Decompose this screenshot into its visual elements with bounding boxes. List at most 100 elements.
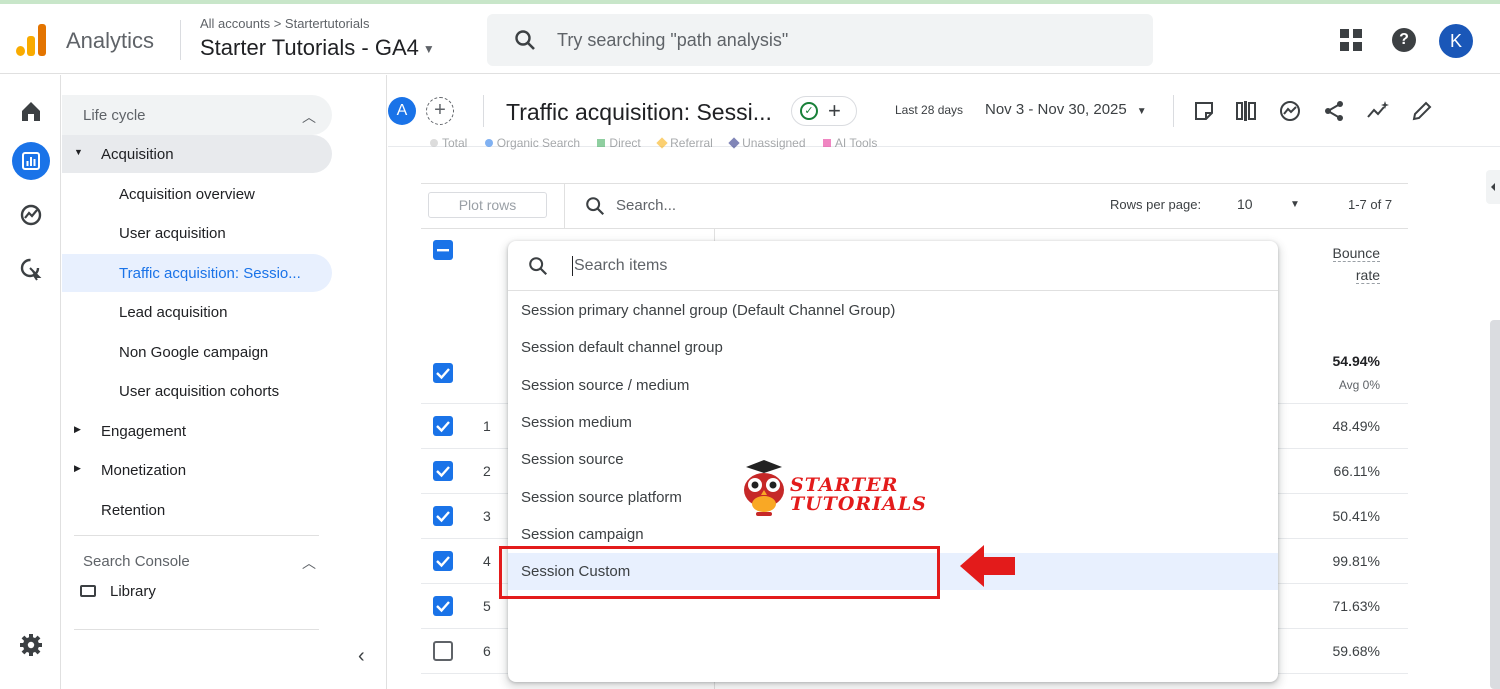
legend-item-organic: Organic Search: [471, 136, 580, 150]
chevron-down-icon: ▼: [1136, 106, 1147, 117]
account-avatar[interactable]: K: [1439, 24, 1473, 58]
table-divider: [564, 183, 565, 228]
share-notes-icon[interactable]: [1192, 99, 1216, 123]
property-selector[interactable]: Starter Tutorials - GA4 ▼: [200, 35, 435, 61]
highlight-box: [499, 546, 940, 599]
search-icon: [586, 197, 605, 216]
dropdown-item[interactable]: Session default channel group: [508, 329, 1278, 366]
table-header-border: [421, 228, 1408, 229]
nav-item-label: Engagement: [101, 423, 187, 440]
search-icon: [529, 257, 548, 276]
row-checkbox[interactable]: [433, 416, 453, 436]
nav-item-non-google-campaign[interactable]: Non Google campaign: [62, 333, 332, 371]
row-checkbox[interactable]: [433, 506, 453, 526]
row-bounce-rate: 50.41%: [1332, 508, 1380, 524]
dropdown-item-label: Session source / medium: [521, 376, 690, 394]
nav-item-engagement[interactable]: ▶ Engagement: [62, 412, 332, 450]
insights-icon[interactable]: [1278, 99, 1302, 123]
nav-item-label: Traffic acquisition: Sessio...: [119, 265, 301, 282]
nav-divider: [74, 535, 319, 536]
share-icon[interactable]: [1322, 99, 1346, 123]
side-panel-toggle[interactable]: [1486, 170, 1500, 204]
caret-down-icon: ▼: [74, 147, 83, 157]
dropdown-item[interactable]: Session primary channel group (Default C…: [508, 292, 1278, 329]
select-all-checkbox[interactable]: [433, 240, 453, 260]
row-checkbox[interactable]: [433, 641, 453, 661]
collapse-nav-icon[interactable]: ‹: [358, 645, 365, 668]
legend-item-unassigned: Unassigned: [716, 136, 806, 150]
row-number: 6: [483, 643, 491, 659]
nav-item-retention[interactable]: Retention: [62, 491, 332, 529]
dropdown-item-label: Session source platform: [521, 488, 682, 506]
report-title: Traffic acquisition: Sessi...: [506, 99, 772, 125]
chevron-up-icon: ︿: [302, 555, 316, 571]
add-icon[interactable]: +: [828, 98, 841, 124]
toolbar-divider: [483, 95, 484, 127]
settings-icon[interactable]: [17, 631, 45, 659]
nav-item-label: Lead acquisition: [119, 304, 228, 321]
caret-down-icon[interactable]: ▼: [1290, 199, 1300, 210]
app-name: Analytics: [66, 28, 155, 53]
nav-item-user-acquisition-cohorts[interactable]: User acquisition cohorts: [62, 372, 332, 410]
nav-item-acquisition-overview[interactable]: Acquisition overview: [62, 175, 332, 213]
add-comparison-button[interactable]: +: [426, 97, 454, 125]
plot-rows-button[interactable]: Plot rows: [428, 192, 547, 218]
row-checkbox[interactable]: [433, 461, 453, 481]
comparison-a-chip[interactable]: A: [388, 97, 416, 125]
nav-item-label: Monetization: [101, 462, 187, 479]
nav-item-monetization[interactable]: ▶ Monetization: [62, 451, 332, 489]
apps-grid-icon[interactable]: [1340, 29, 1362, 51]
analytics-logo-icon[interactable]: [16, 24, 46, 56]
advertising-icon[interactable]: [17, 255, 45, 283]
nav-section-lifecycle[interactable]: Life cycle ︿: [62, 95, 332, 135]
row-bounce-rate: 59.68%: [1332, 643, 1380, 659]
rows-per-page-label: Rows per page:: [1110, 197, 1202, 212]
chevron-up-icon: ︿: [302, 109, 316, 125]
nav-item-label: User acquisition cohorts: [119, 383, 280, 400]
home-icon[interactable]: [17, 97, 45, 125]
nav-item-user-acquisition[interactable]: User acquisition: [62, 214, 332, 252]
dropdown-item-label: Session primary channel group (Default C…: [521, 302, 896, 319]
trend-sparkle-icon[interactable]: [1366, 99, 1390, 123]
help-icon[interactable]: ?: [1392, 28, 1416, 52]
global-search-bar[interactable]: Try searching "path analysis": [487, 14, 1153, 66]
row-bounce-rate: 66.11%: [1333, 463, 1380, 479]
dropdown-item-label: Session source: [521, 451, 624, 469]
dropdown-search-input[interactable]: Search items: [508, 241, 1278, 291]
dropdown-item[interactable]: Session medium: [508, 404, 1278, 441]
nav-section-label: Life cycle: [83, 107, 146, 124]
nav-section-search-console[interactable]: Search Console: [83, 553, 190, 570]
folder-icon: [80, 585, 96, 597]
nav-item-acquisition[interactable]: ▼ Acquisition: [62, 135, 332, 173]
reports-icon[interactable]: [12, 142, 50, 180]
nav-item-traffic-acquisition[interactable]: Traffic acquisition: Sessio...: [62, 254, 332, 292]
legend-item-referral: Referral: [644, 136, 713, 150]
account-breadcrumb[interactable]: All accounts > Startertutorials: [200, 16, 369, 31]
chevron-down-icon: ▼: [422, 42, 435, 57]
report-status-pill[interactable]: ✓ +: [791, 96, 857, 126]
page-scrollbar[interactable]: [1490, 320, 1500, 689]
text-cursor: [572, 256, 573, 276]
totals-checkbox[interactable]: [433, 363, 453, 383]
row-number: 2: [483, 463, 491, 479]
watermark-text: STARTER TUTORIALS: [790, 474, 927, 515]
nav-item-library[interactable]: Library: [80, 583, 156, 600]
row-checkbox[interactable]: [433, 596, 453, 616]
edit-pencil-icon[interactable]: [1410, 99, 1434, 123]
row-number: 5: [483, 598, 491, 614]
legend-item-ai-tools: AI Tools: [809, 136, 877, 150]
row-bounce-rate: 99.81%: [1332, 553, 1380, 569]
nav-item-lead-acquisition[interactable]: Lead acquisition: [62, 293, 332, 331]
dropdown-item[interactable]: Session source / medium: [508, 367, 1278, 404]
date-range-picker[interactable]: Nov 3 - Nov 30, 2025 ▼: [985, 101, 1147, 118]
row-number: 3: [483, 508, 491, 524]
row-checkbox[interactable]: [433, 551, 453, 571]
explore-icon[interactable]: [17, 201, 45, 229]
compare-columns-icon[interactable]: [1234, 99, 1258, 123]
rows-per-page-select[interactable]: 10: [1237, 196, 1253, 212]
table-search-input[interactable]: Search...: [584, 195, 676, 217]
column-header-bounce-rate[interactable]: Bounce rate: [1328, 242, 1380, 286]
owl-logo-icon: [744, 460, 784, 516]
search-icon: [515, 30, 535, 50]
dropdown-search-placeholder: Search items: [574, 257, 668, 274]
